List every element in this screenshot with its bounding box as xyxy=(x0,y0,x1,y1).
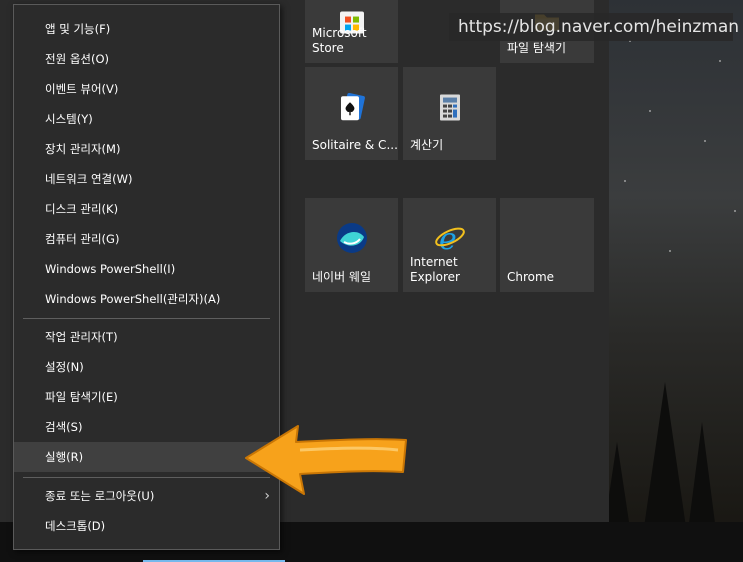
menu-item-system[interactable]: 시스템(Y) xyxy=(14,104,279,134)
tile-solitaire[interactable]: Solitaire & C... xyxy=(305,67,398,160)
tile-internet-explorer[interactable]: e Internet Explorer xyxy=(403,198,496,292)
whale-icon xyxy=(335,221,369,258)
tile-label: 네이버 웨일 xyxy=(312,270,372,284)
cards-icon xyxy=(336,91,368,126)
tile-label: Solitaire & C... xyxy=(312,138,398,152)
calculator-icon xyxy=(437,92,463,125)
menu-item-event-viewer[interactable]: 이벤트 뷰어(V) xyxy=(14,74,279,104)
watermark: https://blog.naver.com/heinzman xyxy=(449,13,739,41)
menu-item-disk-management[interactable]: 디스크 관리(K) xyxy=(14,194,279,224)
tile-label: Microsoft Store xyxy=(312,26,367,55)
menu-item-settings[interactable]: 설정(N) xyxy=(14,352,279,382)
tile-chrome[interactable]: Chrome xyxy=(500,198,594,292)
menu-item-device-manager[interactable]: 장치 관리자(M) xyxy=(14,134,279,164)
menu-item-desktop[interactable]: 데스크톱(D) xyxy=(14,511,279,541)
menu-item-file-explorer[interactable]: 파일 탐색기(E) xyxy=(14,382,279,412)
menu-separator xyxy=(23,477,270,478)
menu-item-label: 종료 또는 로그아웃(U) xyxy=(45,489,155,503)
tile-label: 계산기 xyxy=(410,138,444,152)
tile-naver-whale[interactable]: 네이버 웨일 xyxy=(305,198,398,292)
menu-item-network-connections[interactable]: 네트워크 연결(W) xyxy=(14,164,279,194)
menu-separator xyxy=(23,318,270,319)
tile-label: 파일 탐색기 xyxy=(507,41,567,55)
menu-item-computer-management[interactable]: 컴퓨터 관리(G) xyxy=(14,224,279,254)
menu-item-powershell[interactable]: Windows PowerShell(I) xyxy=(14,254,279,284)
svg-text:e: e xyxy=(439,222,457,255)
menu-item-power-options[interactable]: 전원 옵션(O) xyxy=(14,44,279,74)
tile-label: Internet Explorer xyxy=(410,255,460,284)
tile-calculator[interactable]: 계산기 xyxy=(403,67,496,160)
tile-label: Chrome xyxy=(507,270,555,284)
menu-item-apps-features[interactable]: 앱 및 기능(F) xyxy=(14,14,279,44)
ie-icon: e xyxy=(433,221,467,258)
menu-item-powershell-admin[interactable]: Windows PowerShell(관리자)(A) xyxy=(14,284,279,314)
desktop-wallpaper xyxy=(609,0,743,562)
tile-microsoft-store[interactable]: Microsoft Store xyxy=(305,0,398,63)
annotation-arrow-icon xyxy=(245,425,407,495)
menu-item-task-manager[interactable]: 작업 관리자(T) xyxy=(14,322,279,352)
